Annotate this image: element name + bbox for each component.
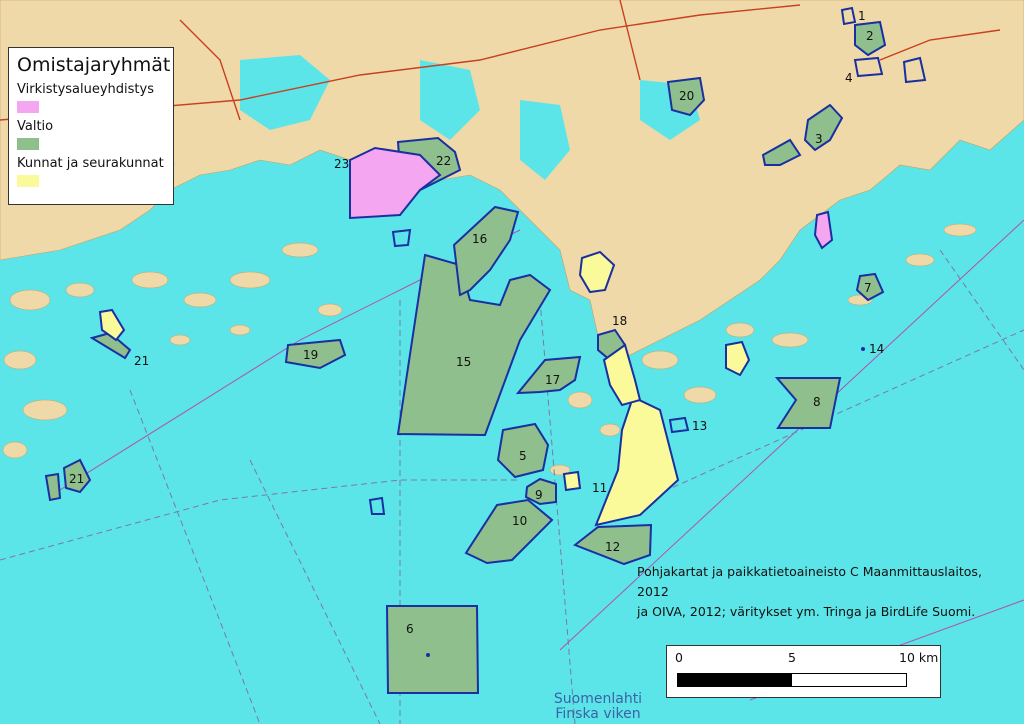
legend-title: Omistajaryhmät <box>17 54 171 76</box>
legend-label-virkistys: Virkistysalueyhdistys <box>17 82 154 97</box>
legend-swatch-virkistys <box>17 101 39 113</box>
area-label: 7 <box>864 281 872 295</box>
area-label: 15 <box>456 355 471 369</box>
area-label: 1 <box>858 9 866 23</box>
area-label: 23 <box>334 157 349 171</box>
map-legend: Omistajaryhmät Virkistysalueyhdistys Val… <box>8 47 174 205</box>
area-yellow-e <box>562 470 582 492</box>
area-label: 3 <box>815 132 823 146</box>
area-14-dot <box>861 347 865 351</box>
area-label: 18 <box>612 314 627 328</box>
area-label: 12 <box>605 540 620 554</box>
scale-bar-fill <box>678 674 792 686</box>
area-label: 19 <box>303 348 318 362</box>
area-label: 22 <box>436 154 451 168</box>
area-label: 4 <box>845 71 853 85</box>
scale-label-5: 5 <box>788 650 796 665</box>
scale-bar: 0 5 10 km <box>666 645 941 698</box>
area-label: 2 <box>866 29 874 43</box>
scale-label-0: 0 <box>675 650 683 665</box>
area-label: 17 <box>545 373 560 387</box>
legend-label-valtio: Valtio <box>17 119 54 134</box>
area-label: 9 <box>535 488 543 502</box>
area-label: 13 <box>692 419 707 433</box>
area-label: 10 <box>512 514 527 528</box>
area-label: 8 <box>813 395 821 409</box>
area-label: 21 <box>134 354 149 368</box>
legend-swatch-kunnat <box>17 175 39 187</box>
sea-name-label: Suomenlahti Finska viken <box>538 692 658 722</box>
area-label: 5 <box>519 449 527 463</box>
area-label: 21 <box>69 472 84 486</box>
area-label: 11 <box>592 481 607 495</box>
legend-swatch-valtio <box>17 138 39 150</box>
credit-line-2: ja OIVA, 2012; väritykset ym. Tringa ja … <box>637 604 976 619</box>
area-label: 14 <box>869 342 884 356</box>
area-label: 16 <box>472 232 487 246</box>
area-label: 6 <box>406 622 414 636</box>
scale-label-10: 10 km <box>899 650 939 665</box>
credit-line-1: Pohjakartat ja paikkatietoaineisto C Maa… <box>637 564 982 599</box>
area-label: 20 <box>679 89 694 103</box>
map-credit: Pohjakartat ja paikkatietoaineisto C Maa… <box>637 562 1017 622</box>
sea-name-sv: Finska viken <box>555 706 641 722</box>
scale-bar-graphic <box>677 673 907 687</box>
area-6-dot <box>426 653 430 657</box>
sea-name-fi: Suomenlahti <box>553 691 643 707</box>
area-6 <box>385 605 480 694</box>
legend-label-kunnat: Kunnat ja seurakunnat <box>17 156 164 171</box>
